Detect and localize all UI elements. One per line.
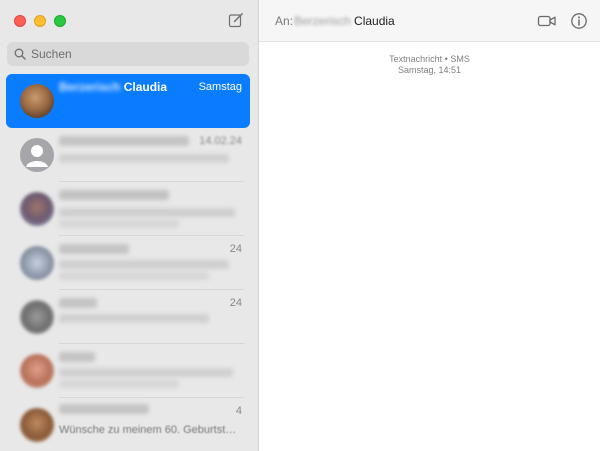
sidebar: Berzerisch Claudia Samstag 14.02.24 — [0, 0, 259, 451]
conversation-time: 14.02.24 — [199, 135, 242, 147]
conversation-time: 24 — [229, 243, 242, 255]
recipient-name-blurred: Berzerisch — [294, 14, 351, 28]
to-label: An: — [275, 14, 294, 28]
messages-window: Berzerisch Claudia Samstag 14.02.24 — [0, 0, 600, 451]
redacted-preview — [59, 208, 235, 217]
search-input[interactable] — [31, 47, 231, 61]
conversation-item[interactable] — [6, 182, 250, 236]
minimize-button[interactable] — [34, 15, 46, 27]
conversation-item[interactable]: 24 — [6, 236, 250, 290]
avatar — [20, 192, 54, 226]
conversation-time: 24 — [229, 297, 242, 309]
conversation-time: Samstag — [198, 81, 242, 93]
conversation-name: Berzerisch Claudia — [59, 80, 167, 94]
redacted-preview — [59, 380, 179, 388]
conversation-item[interactable]: Berzerisch Claudia Samstag — [6, 74, 250, 128]
redacted-name — [59, 190, 169, 200]
conversation-preview: Wünsche zu meinem 60. Geburtstag... — [59, 424, 239, 436]
redacted-preview — [59, 220, 179, 228]
redacted-preview — [59, 368, 233, 377]
conversation-name-visible: Claudia — [123, 80, 168, 94]
avatar — [20, 354, 54, 388]
redacted-preview — [59, 260, 229, 269]
recipient-name: Claudia — [354, 14, 395, 28]
conversation-time: 4 — [235, 405, 242, 417]
conversation-panel: An: Berzerisch Claudia Textnachricht • S… — [259, 0, 600, 451]
zoom-button[interactable] — [54, 15, 66, 27]
person-placeholder-icon — [26, 145, 48, 167]
redacted-preview — [59, 154, 229, 163]
info-icon[interactable] — [570, 12, 588, 30]
video-camera-icon[interactable] — [537, 12, 557, 30]
search-field[interactable] — [7, 42, 249, 66]
avatar — [20, 138, 54, 172]
redacted-name — [59, 244, 129, 254]
redacted-name — [59, 404, 149, 414]
conversation-item[interactable]: 14.02.24 — [6, 128, 250, 182]
conversation-name-blurred: Berzerisch — [59, 80, 121, 94]
avatar — [20, 84, 54, 118]
redacted-preview — [59, 272, 209, 280]
avatar — [20, 408, 54, 442]
service-label: Textnachricht • SMS — [389, 54, 470, 64]
conversation-header: An: Berzerisch Claudia — [259, 0, 600, 42]
recipient-field[interactable]: Berzerisch Claudia — [294, 14, 395, 28]
window-controls — [14, 15, 66, 27]
close-button[interactable] — [14, 15, 26, 27]
conversation-item[interactable]: 24 — [6, 290, 250, 344]
redacted-name — [59, 136, 189, 146]
compose-icon[interactable] — [228, 12, 244, 28]
search-icon — [14, 48, 26, 60]
redacted-preview — [59, 314, 209, 323]
avatar — [20, 246, 54, 280]
redacted-name — [59, 298, 97, 308]
conversation-item[interactable]: 4 Wünsche zu meinem 60. Geburtstag... — [6, 398, 250, 451]
avatar — [20, 300, 54, 334]
conversation-item[interactable] — [6, 344, 250, 398]
conversation-list: Berzerisch Claudia Samstag 14.02.24 24 2… — [6, 74, 250, 451]
thread-timestamp: Samstag, 14:51 — [397, 65, 462, 75]
redacted-name — [59, 352, 95, 362]
